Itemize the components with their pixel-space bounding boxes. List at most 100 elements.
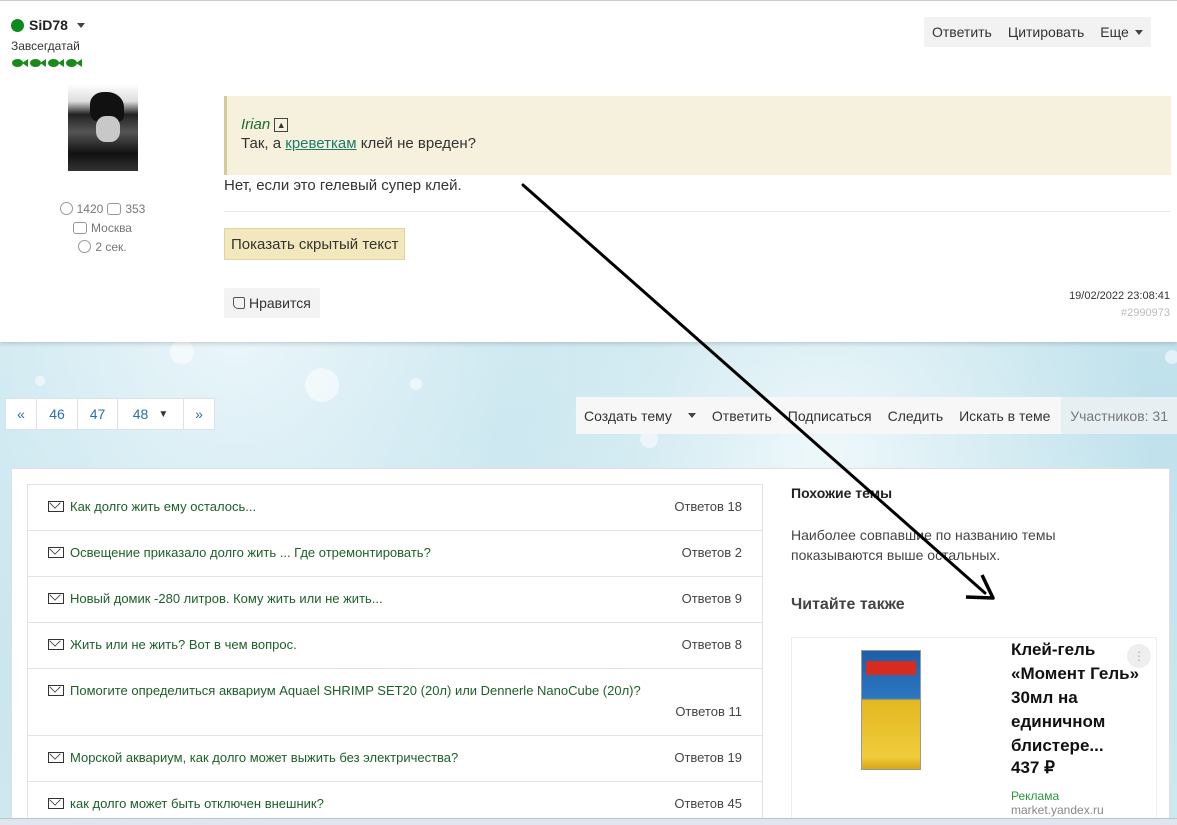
post-card: SiD78 Завсегдатай 1420 353 Москва 2 сек.…: [0, 0, 1177, 342]
reply-topic-button[interactable]: Ответить: [704, 408, 780, 424]
envelope-icon: [48, 685, 64, 696]
online-status-icon: [11, 18, 24, 32]
topic-toolbar: Создать тему Ответить Подписаться Следит…: [576, 397, 1177, 434]
author-name-text: SiD78: [29, 17, 68, 33]
topic-title[interactable]: Как долго жить ему осталось...: [70, 499, 256, 514]
envelope-icon: [48, 593, 64, 604]
topic-title[interactable]: Новый домик -280 литров. Кому жить или н…: [70, 591, 383, 606]
topic-replies: Ответов 45: [674, 796, 742, 811]
topic-replies: Ответов 18: [674, 499, 742, 514]
post-actions: Ответить Цитировать Еще: [924, 17, 1151, 47]
more-label: Еще: [1100, 24, 1129, 40]
chevron-down-icon: [76, 22, 85, 28]
divider: [224, 211, 1170, 212]
chevron-down-icon: [687, 413, 696, 418]
topic-replies: Ответов 19: [674, 750, 742, 765]
rank-icons: [12, 57, 82, 69]
avatar[interactable]: [68, 84, 138, 171]
ad-label: Реклама: [1011, 789, 1060, 803]
reply-button[interactable]: Ответить: [924, 24, 1000, 40]
ad-domain: market.yandex.ru: [1011, 803, 1104, 817]
similar-topics-heading: Похожие темы: [791, 485, 893, 501]
topic-title[interactable]: Жить или не жить? Вот в чем вопрос.: [70, 637, 297, 652]
product-image[interactable]: [861, 650, 921, 770]
fish-icon: [12, 57, 28, 69]
show-hidden-text-button[interactable]: Показать скрытый текст: [224, 228, 406, 260]
ad-price: 437 ₽: [1011, 758, 1055, 777]
quote-author: Irian ▲: [241, 116, 1157, 133]
decor-bubble: [35, 376, 45, 386]
topic-title[interactable]: Морской аквариум, как долго может выжить…: [70, 750, 458, 765]
quote-text-before: Так, а: [241, 135, 286, 152]
quote-button[interactable]: Цитировать: [1000, 24, 1092, 40]
quote-block: Irian ▲ Так, а креветкам клей не вреден?: [224, 96, 1171, 175]
envelope-icon: [48, 501, 64, 512]
post-body: Нет, если это гелевый супер клей.: [224, 177, 462, 194]
decor-bubble: [410, 378, 422, 390]
read-also-heading: Читайте также: [791, 596, 905, 613]
author-name[interactable]: SiD78: [11, 17, 85, 33]
os-taskbar: [0, 818, 1177, 825]
author-stats: 1420 353 Москва 2 сек.: [0, 199, 205, 256]
topic-title[interactable]: Помогите определиться аквариум Aquael SH…: [70, 683, 641, 698]
quote-author-name[interactable]: Irian: [241, 116, 270, 133]
topic-replies: Ответов 11: [675, 704, 742, 719]
pagination: « 46 47 48 ▼ »: [5, 398, 215, 430]
envelope-icon: [48, 798, 64, 809]
more-button[interactable]: Еще: [1092, 24, 1151, 40]
post-date: 19/02/2022 23:08:41: [1069, 290, 1170, 302]
pagination-current-select[interactable]: 48 ▼: [118, 399, 184, 429]
quote-link[interactable]: креветкам: [285, 135, 356, 152]
like-label: Нравится: [249, 295, 311, 311]
topic-list: Как долго жить ему осталось... Ответов 1…: [27, 484, 763, 825]
list-item[interactable]: Морской аквариум, как долго может выжить…: [28, 736, 762, 782]
comments-icon: [59, 202, 73, 215]
list-item[interactable]: Жить или не жить? Вот в чем вопрос. Отве…: [28, 623, 762, 669]
decor-bubble: [1165, 350, 1177, 364]
list-item[interactable]: Освещение приказало долго жить ... Где о…: [28, 531, 762, 577]
envelope-icon: [48, 639, 64, 650]
search-in-topic-button[interactable]: Искать в теме: [951, 408, 1058, 424]
fish-icon: [30, 57, 46, 69]
pagination-next[interactable]: »: [184, 399, 214, 429]
list-item[interactable]: Новый домик -280 литров. Кому жить или н…: [28, 577, 762, 623]
topic-replies: Ответов 2: [681, 545, 742, 560]
list-item[interactable]: Как долго жить ему осталось... Ответов 1…: [28, 485, 762, 531]
quote-text: Так, а креветкам клей не вреден?: [241, 135, 1157, 152]
author-rank: Завсегдатай: [11, 39, 80, 53]
thumbs-up-icon: [233, 297, 245, 309]
topic-title[interactable]: Освещение приказало долго жить ... Где о…: [70, 545, 431, 560]
similar-topics-note: Наиболее совпавшие по названию темы пока…: [791, 527, 1056, 563]
related-content: Как долго жить ему осталось... Ответов 1…: [11, 468, 1170, 825]
ad-block[interactable]: Клей-гель «Момент Гель» 30мл на единично…: [791, 637, 1157, 825]
topic-replies: Ответов 8: [681, 637, 742, 652]
envelope-icon: [48, 547, 64, 558]
like-count: 353: [125, 201, 146, 216]
pagination-page[interactable]: 47: [78, 399, 118, 429]
pagination-page[interactable]: 46: [37, 399, 78, 429]
last-seen: 2 сек.: [95, 239, 127, 254]
pagination-prev[interactable]: «: [6, 399, 37, 429]
decor-bubble: [170, 340, 194, 364]
fish-icon: [48, 57, 64, 69]
thumbs-up-icon: [107, 202, 122, 215]
quote-text-after: клей не вреден?: [356, 135, 476, 152]
chevron-down-icon: ▼: [158, 408, 169, 420]
like-button[interactable]: Нравится: [224, 288, 320, 318]
post-id-link[interactable]: #2990973: [1121, 307, 1170, 319]
create-topic-button[interactable]: Создать тему: [576, 408, 704, 424]
post-count: 1420: [76, 201, 104, 216]
clock-icon: [78, 240, 92, 253]
topic-title[interactable]: как долго может быть отключен внешник?: [70, 796, 324, 811]
create-topic-label: Создать тему: [584, 407, 672, 424]
subscribe-button[interactable]: Подписаться: [780, 408, 880, 424]
list-item[interactable]: Помогите определиться аквариум Aquael SH…: [28, 669, 762, 736]
more-options-icon[interactable]: ⋮: [1127, 644, 1151, 668]
envelope-icon: [48, 752, 64, 763]
go-to-quote-icon[interactable]: ▲: [274, 117, 289, 132]
follow-button[interactable]: Следить: [880, 408, 951, 424]
chevron-down-icon: [1134, 29, 1143, 35]
decor-bubble: [305, 368, 339, 402]
map-icon: [73, 221, 88, 234]
topic-replies: Ответов 9: [681, 591, 742, 606]
